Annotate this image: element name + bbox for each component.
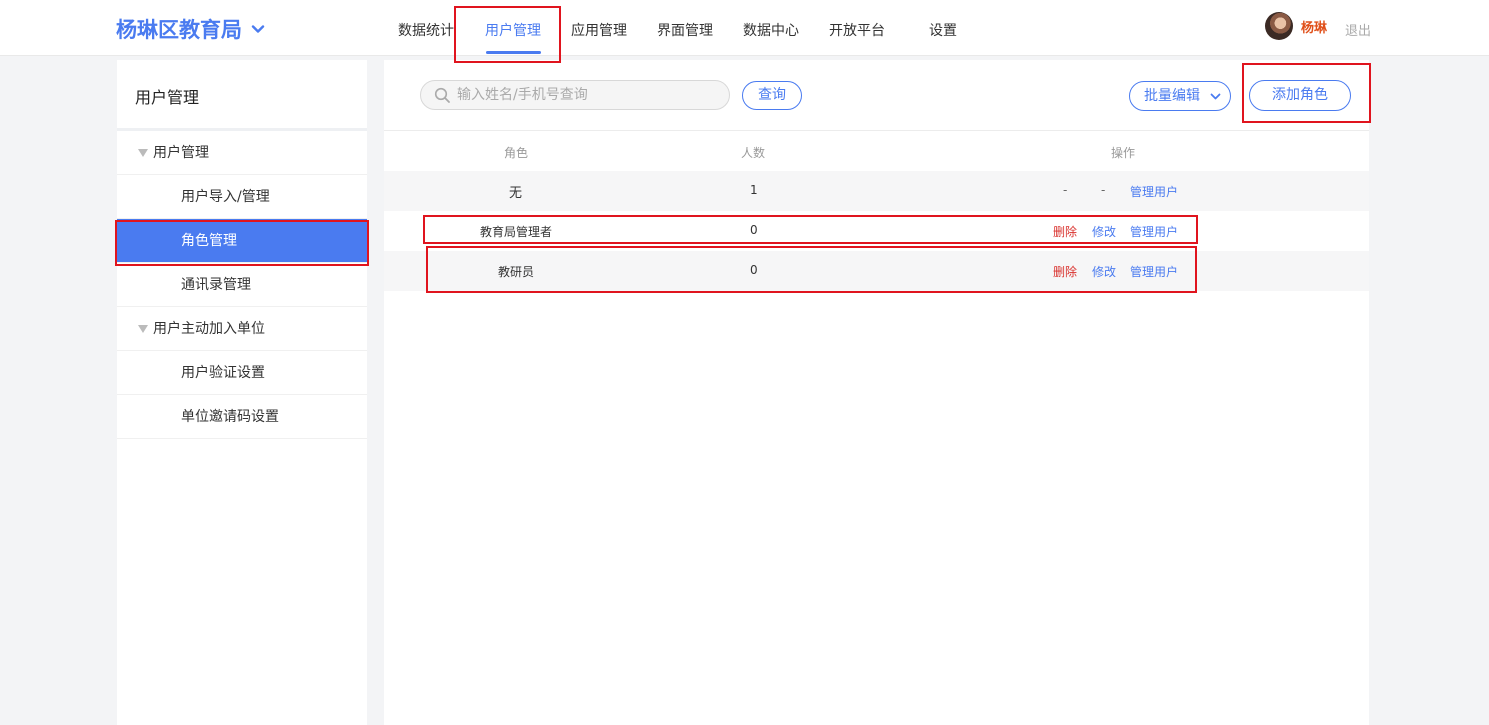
nav-settings[interactable]: 设置 (929, 20, 957, 40)
column-header-count: 人数 (741, 146, 766, 160)
table-row: 教研员 0 删除 修改 管理用户 (384, 251, 1369, 291)
sidebar-item-role-management[interactable]: 角色管理 (117, 219, 367, 263)
sidebar-item-label: 通讯录管理 (181, 277, 251, 293)
member-count: 1 (750, 183, 758, 197)
delete-disabled: - (1063, 183, 1068, 197)
top-header: 杨琳区教育局 数据统计 用户管理 应用管理 界面管理 数据中心 开放平台 设置 … (0, 0, 1489, 56)
sidebar-group-user-management[interactable]: 用户管理 (117, 131, 367, 175)
chevron-down-icon (1210, 93, 1221, 100)
sidebar-item-label: 用户管理 (153, 145, 209, 161)
sidebar-item-label: 用户主动加入单位 (153, 321, 265, 337)
sidebar-item-invite-code[interactable]: 单位邀请码设置 (117, 395, 367, 439)
delete-link[interactable]: 删除 (1053, 263, 1077, 280)
nav-user-management[interactable]: 用户管理 (485, 20, 541, 40)
nav-app-management[interactable]: 应用管理 (571, 20, 627, 40)
table-row: 无 1 - - 管理用户 (384, 171, 1369, 211)
batch-edit-label: 批量编辑 (1144, 88, 1200, 104)
nav-data-center[interactable]: 数据中心 (743, 20, 799, 40)
nav-ui-management[interactable]: 界面管理 (657, 20, 713, 40)
manage-users-link[interactable]: 管理用户 (1130, 263, 1178, 280)
sidebar-item-label: 角色管理 (181, 233, 237, 249)
add-role-button[interactable]: 添加角色 (1249, 80, 1351, 111)
column-header-actions: 操作 (1111, 146, 1136, 160)
sidebar-item-label: 用户验证设置 (181, 365, 265, 381)
edit-link[interactable]: 修改 (1092, 263, 1116, 280)
toolbar-divider (384, 130, 1369, 131)
nav-open-platform[interactable]: 开放平台 (829, 20, 885, 40)
username: 杨琳 (1301, 20, 1328, 36)
chevron-down-icon (251, 25, 265, 33)
table-row: 教育局管理者 0 删除 修改 管理用户 (384, 211, 1369, 251)
caret-down-icon (138, 325, 148, 333)
query-button[interactable]: 查询 (742, 81, 802, 110)
sidebar-item-label: 单位邀请码设置 (181, 409, 279, 425)
edit-disabled: - (1101, 183, 1106, 197)
role-name: 教育局管理者 (480, 225, 553, 239)
nav-active-indicator (486, 51, 541, 54)
role-name: 无 (509, 186, 523, 201)
sidebar-title: 用户管理 (135, 88, 200, 107)
avatar (1265, 12, 1293, 40)
manage-users-link[interactable]: 管理用户 (1130, 183, 1178, 200)
main-panel: 查询 批量编辑 添加角色 角色 人数 操作 无 1 - - 管理用户 教育局管理… (384, 60, 1369, 725)
brand-title: 杨琳区教育局 (116, 18, 242, 42)
member-count: 0 (750, 263, 758, 277)
search-icon (434, 87, 450, 103)
nav-data-stats[interactable]: 数据统计 (398, 20, 454, 40)
sidebar-item-label: 用户导入/管理 (181, 189, 270, 205)
logout-link[interactable]: 退出 (1345, 20, 1371, 39)
sidebar-item-user-import[interactable]: 用户导入/管理 (117, 175, 367, 219)
user-menu[interactable]: 杨琳 (1265, 12, 1327, 40)
search-input[interactable] (457, 84, 717, 106)
batch-edit-dropdown[interactable]: 批量编辑 (1129, 81, 1231, 111)
edit-link[interactable]: 修改 (1092, 223, 1116, 240)
caret-down-icon (138, 149, 148, 157)
role-name: 教研员 (498, 265, 535, 279)
sidebar-group-user-join[interactable]: 用户主动加入单位 (117, 307, 367, 351)
sidebar-item-contacts[interactable]: 通讯录管理 (117, 263, 367, 307)
column-header-role: 角色 (504, 146, 529, 160)
manage-users-link[interactable]: 管理用户 (1130, 223, 1178, 240)
brand-switcher[interactable]: 杨琳区教育局 (116, 14, 266, 44)
search-box[interactable] (420, 80, 730, 110)
sidebar: 用户管理 用户管理 用户导入/管理 角色管理 通讯录管理 用户主动加入单位 用户… (117, 60, 367, 725)
member-count: 0 (750, 223, 758, 237)
sidebar-item-user-verification[interactable]: 用户验证设置 (117, 351, 367, 395)
delete-link[interactable]: 删除 (1053, 223, 1077, 240)
